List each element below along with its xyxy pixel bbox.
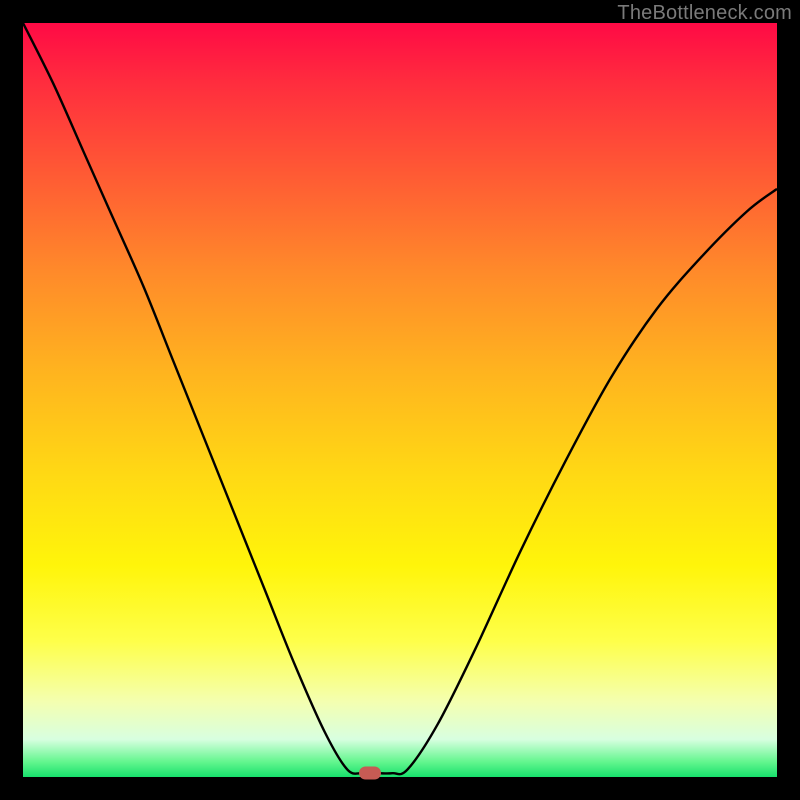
optimum-marker: [359, 767, 381, 780]
bottleneck-curve: [23, 23, 777, 777]
curve-path: [23, 23, 777, 774]
watermark-text: TheBottleneck.com: [617, 2, 792, 25]
plot-area: [23, 23, 777, 777]
